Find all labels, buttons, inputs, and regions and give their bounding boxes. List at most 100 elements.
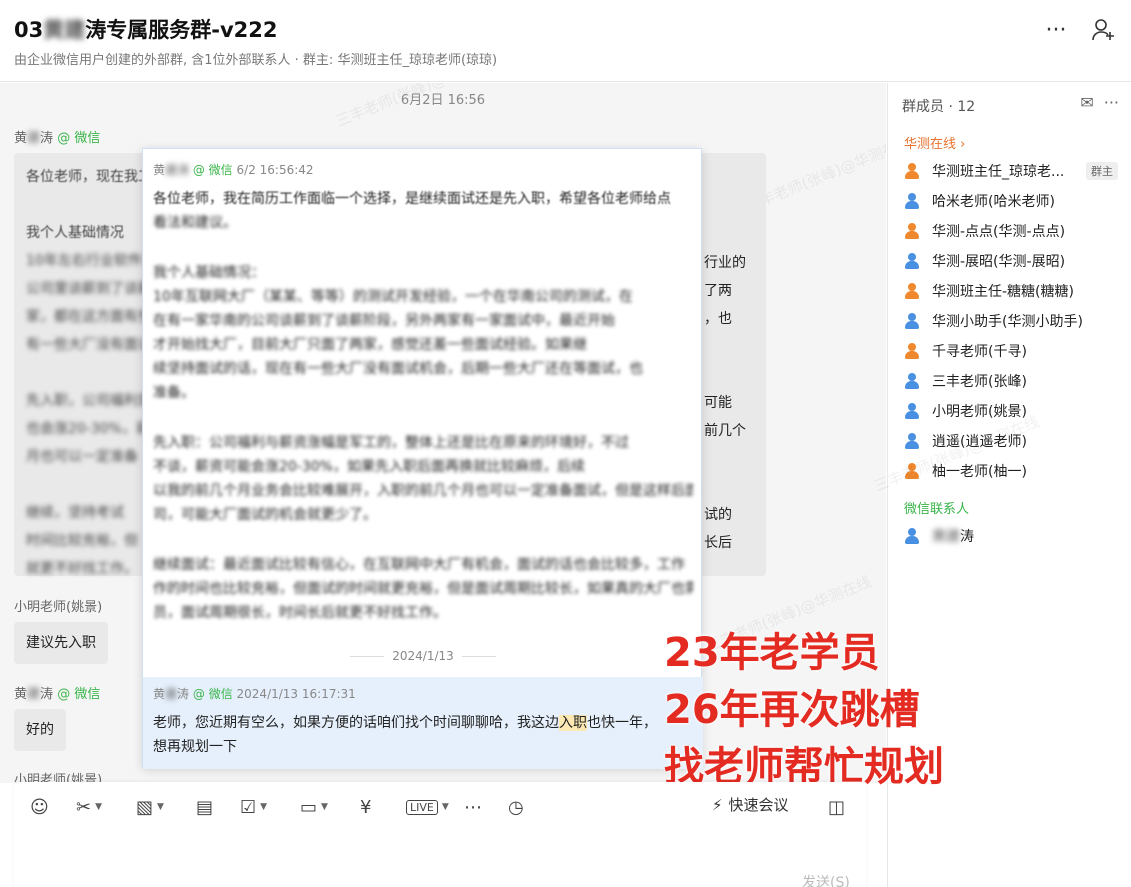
doc-icon: ▤ <box>196 796 214 818</box>
message-line: ，也 <box>704 311 732 327</box>
live-icon: LIVE <box>406 799 438 815</box>
popup-meta: 黄建涛 @ 微信 2024/1/13 16:17:31 <box>153 687 356 701</box>
popup-line: 看法和建议。 <box>153 215 237 231</box>
screenshot-button[interactable]: ✂ ▼ <box>76 794 102 820</box>
message-sender: 黄建涛 @ 微信 <box>14 131 101 146</box>
quick-meeting-button[interactable]: ⚡ 快速会议 <box>712 794 789 815</box>
member-count: 群成员 · 12 <box>902 99 976 115</box>
message-sender: 小明老师(姚景) <box>14 773 103 783</box>
quoted-history-popup: 黄建涛 @ 微信 6/2 16:56:42 各位老师，我在简历工作面临一个选择，… <box>142 148 703 769</box>
popup-date-separator: 2024/1/13 <box>143 649 703 663</box>
date-separator: 6月2日 16:56 <box>400 93 486 108</box>
scissors-icon: ✂ <box>76 796 92 818</box>
member-name: 千寻老师(千寻) <box>932 344 1027 360</box>
redpacket-button[interactable]: ¥ <box>360 794 371 820</box>
add-member-icon <box>1092 19 1114 41</box>
popup-line: 员，面试周期很长，时间长后就更不好找工作。 <box>153 605 447 621</box>
message-line: 长后 <box>704 535 732 551</box>
more-icon[interactable]: ··· <box>1104 93 1119 112</box>
title-prefix: 03 <box>14 18 44 42</box>
group-wechat-contacts: 微信联系人 <box>904 502 970 517</box>
popup-paragraph: 先入职：公司福利与薪资涨幅是军工的，整体上还是比在原来的环境好，不过 不谈，薪资可… <box>153 431 693 527</box>
person-icon <box>904 528 920 544</box>
member-name: 哈米老师(哈米老师) <box>932 194 1055 210</box>
more-button[interactable]: ··· <box>1040 14 1072 46</box>
more-icon: ··· <box>1045 17 1067 43</box>
person-icon <box>904 253 920 269</box>
message-line: 可能 <box>704 395 732 411</box>
emoji-button[interactable]: ☺ <box>30 794 49 820</box>
emoji-icon: ☺ <box>30 796 49 818</box>
member-row[interactable]: 华测-展昭(华测-展昭) <box>904 248 1118 274</box>
member-name: 华测小助手(华测小助手) <box>932 314 1083 330</box>
person-icon <box>904 163 920 179</box>
title-suffix: 涛专属服务群-v222 <box>85 18 278 42</box>
popup-paragraph: 继续面试：最近面试比较有信心，在互联网中大厂有机会，面试的话也会比较多，工作 作的… <box>153 553 693 625</box>
popup-line: 各位老师，我在简历工作面临一个选择，是继续面试还是先入职，希望各位老师给点 <box>153 191 671 207</box>
mail-icon[interactable]: ✉ <box>1080 93 1093 112</box>
task-button[interactable]: ☑ ▼ <box>240 794 267 820</box>
image-icon: ▧ <box>136 796 154 818</box>
owner-badge: 群主 <box>1086 162 1118 180</box>
member-row[interactable]: 柚一老师(柚一) <box>904 458 1118 484</box>
person-icon <box>904 313 920 329</box>
task-icon: ☑ <box>240 796 257 818</box>
group-title: 03黄建涛专属服务群-v222 <box>14 14 277 44</box>
member-row[interactable]: 华测班主任_琼琼老... 群主 <box>904 158 1118 184</box>
popup-highlight-message[interactable]: 黄建涛 @ 微信 2024/1/13 16:17:31 老师，您近期有空么，如果… <box>143 677 703 769</box>
person-icon <box>904 403 920 419</box>
member-name: 小明老师(姚景) <box>932 404 1027 420</box>
message-line: 试的 <box>704 507 732 523</box>
folder-button[interactable]: ▭ ▼ <box>300 794 328 820</box>
member-row[interactable]: 华测-点点(华测-点点) <box>904 218 1118 244</box>
member-name: 三丰老师(张峰) <box>932 374 1027 390</box>
chat-header: 03黄建涛专属服务群-v222 由企业微信用户创建的外部群, 含1位外部联系人 … <box>0 0 1131 82</box>
member-row[interactable]: 黄建涛 <box>904 523 1118 549</box>
message-bubble[interactable]: 好的 <box>14 709 66 751</box>
image-button[interactable]: ▧ ▼ <box>136 794 164 820</box>
message-line: 前几个 <box>704 423 746 439</box>
popup-line: 以我的前几个月业务会比较难展开，入职的前几个月也可以一定准备面试，但是这样后面入… <box>153 483 693 499</box>
popup-line: 先入职：公司福利与薪资涨幅是军工的，整体上还是比在原来的环境好，不过 <box>153 435 629 451</box>
message-line: 了两 <box>704 283 732 299</box>
member-row[interactable]: 千寻老师(千寻) <box>904 338 1118 364</box>
member-row[interactable]: 华测班主任-糖糖(糖糖) <box>904 278 1118 304</box>
folder-icon: ▭ <box>300 796 318 818</box>
message-line: 行业的 <box>704 255 746 271</box>
sidebar-toggle-button[interactable]: ◫ <box>828 794 845 820</box>
person-icon <box>904 463 920 479</box>
member-row[interactable]: 小明老师(姚景) <box>904 398 1118 424</box>
schedule-button[interactable]: ◷ <box>508 794 524 820</box>
doc-button[interactable]: ▤ <box>196 794 213 820</box>
popup-line: 司，可能大厂面试的机会就更少了。 <box>153 507 377 523</box>
member-row[interactable]: 华测小助手(华测小助手) <box>904 308 1118 334</box>
more-icon: ⋯ <box>464 796 482 818</box>
more-tools-button[interactable]: ⋯ <box>464 794 482 820</box>
app-window: 03黄建涛专属服务群-v222 由企业微信用户创建的外部群, 含1位外部联系人 … <box>0 0 1131 887</box>
popup-line: 继续面试：最近面试比较有信心，在互联网中大厂有机会，面试的话也会比较多，工作 <box>153 557 685 573</box>
member-row[interactable]: 逍遥(逍遥老师) <box>904 428 1118 454</box>
popup-line: 才开始找大厂，目前大厂只面了两家，感觉还差一些面试经验。如果继 <box>153 337 587 353</box>
member-name: 柚一老师(柚一) <box>932 464 1027 480</box>
popup-line: 在有一家华南的公司谈薪到了谈薪阶段，另外两家有一家面试中，最近开始 <box>153 313 615 329</box>
popup-line: 续坚持面试的话，现在有一些大厂没有面试机会，后期一些大厂还在等面试，也 <box>153 361 643 377</box>
yen-icon: ¥ <box>360 796 372 818</box>
person-icon <box>904 373 920 389</box>
member-row[interactable]: 三丰老师(张峰) <box>904 368 1118 394</box>
callout-text: 26年再次跳槽 <box>664 687 920 733</box>
popup-line: 作的时间也比较充裕，但面试的时间就更充裕，但是面试周期比较长，如果真的大厂也需要 <box>153 581 693 597</box>
message-composer[interactable]: ☺ ✂ ▼ ▧ ▼ ▤ ☑ ▼ ▭ ▼ ¥ LIVE ▼ ⋯ ◷ ⚡ 快速会议 ◫ 发送(… <box>14 782 866 887</box>
popup-meta: 黄建涛 @ 微信 6/2 16:56:42 <box>153 163 314 177</box>
person-icon <box>904 433 920 449</box>
add-member-button[interactable] <box>1088 14 1120 46</box>
live-button[interactable]: LIVE ▼ <box>406 794 449 820</box>
group-huace[interactable]: 华测在线 › <box>904 133 965 152</box>
member-name: 华测班主任-糖糖(糖糖) <box>932 284 1074 300</box>
callout-text: 23年老学员 <box>664 630 880 676</box>
person-icon <box>904 193 920 209</box>
member-row[interactable]: 哈米老师(哈米老师) <box>904 188 1118 214</box>
message-sender: 小明老师(姚景) <box>14 600 103 615</box>
panel-icon: ◫ <box>828 796 846 818</box>
send-button[interactable]: 发送(S) <box>802 872 850 887</box>
message-bubble[interactable]: 建议先入职 <box>14 622 108 664</box>
